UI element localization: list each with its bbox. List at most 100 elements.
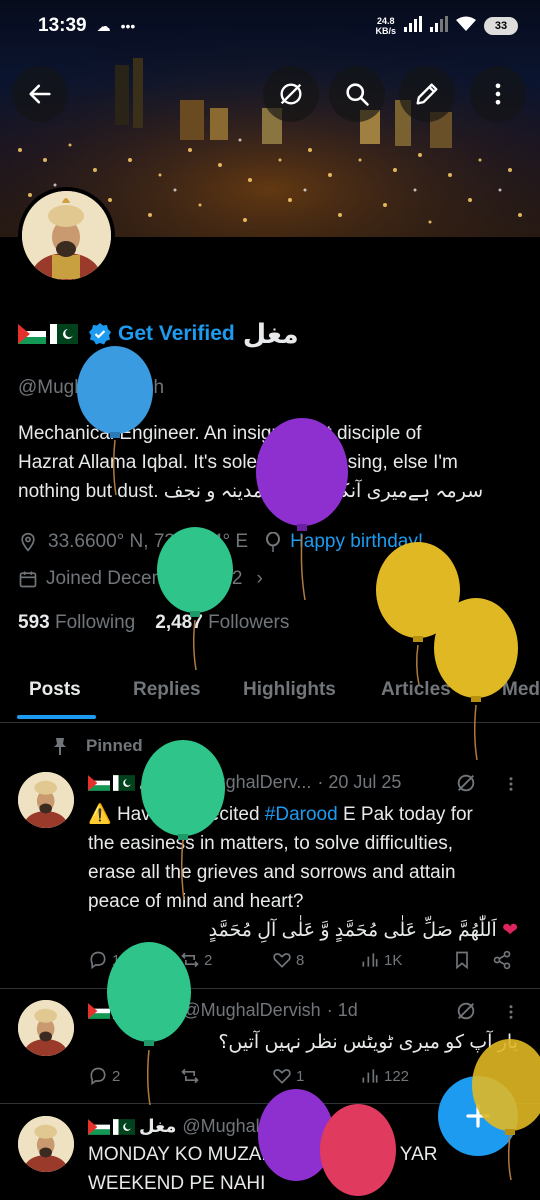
- grok-icon[interactable]: [455, 772, 477, 794]
- tweet-header: مغل @MughalDerv... · 20 Jul 25: [88, 772, 401, 793]
- search-button[interactable]: [329, 66, 385, 122]
- tweet-handle[interactable]: @MughalDervish: [182, 1000, 320, 1021]
- tweet-text: MONDAY KO MUZAKRAAT KARAO YAR WEEKEND PE…: [88, 1144, 438, 1194]
- tweet-avatar[interactable]: [18, 1116, 74, 1172]
- bio-line: Hazrat Allama Iqbal. It's solely Thy ble…: [18, 452, 458, 473]
- more-dots-icon: •••: [120, 18, 136, 34]
- tab-media[interactable]: Media: [502, 679, 540, 701]
- views-bar-icon: [362, 953, 378, 967]
- battery-icon: 33: [484, 17, 518, 35]
- palestine-flag-icon: [88, 1118, 110, 1135]
- signal-icon-2: [430, 15, 448, 37]
- repost-button[interactable]: [180, 1066, 200, 1086]
- balloon-yellow: [376, 542, 460, 686]
- tab-posts[interactable]: Posts: [29, 679, 81, 701]
- network-speed: 24.8 KB/s: [375, 16, 396, 36]
- cloud-icon: ☁: [96, 17, 111, 34]
- heart-icon: [273, 1069, 291, 1084]
- profile-meta-location: 33.6600° N, 73.2294° E Happy birthday!: [18, 531, 423, 553]
- grok-icon: [280, 83, 302, 105]
- location-text: 33.6600° N, 73.2294° E: [48, 531, 249, 552]
- heart-emoji-icon: ❤: [502, 920, 518, 941]
- profile-meta-joined: Joined December 2012 ›: [18, 568, 263, 590]
- profile-bio: Mechanical Engineer. An insignificant di…: [18, 419, 523, 506]
- tweet-header: مغل @MughalDervish · 1d: [88, 1000, 358, 1021]
- like-button[interactable]: 8: [272, 950, 304, 970]
- tweet-text: یار آپ کو میری ٹویٹس نظر نہیں آتیں؟: [218, 1032, 518, 1053]
- tweet-author-name[interactable]: مغل: [139, 1000, 176, 1021]
- tab-replies[interactable]: Replies: [133, 679, 201, 701]
- wifi-icon: [456, 16, 476, 37]
- signal-icon: [404, 15, 422, 37]
- tab-articles[interactable]: Articles: [381, 679, 451, 701]
- location-pin-icon: [21, 532, 35, 552]
- pinned-label: Pinned: [52, 736, 143, 756]
- tweet-avatar[interactable]: [18, 772, 74, 828]
- get-verified-link[interactable]: Get Verified: [118, 322, 235, 346]
- bookmark-button[interactable]: [452, 950, 472, 970]
- edit-pencil-icon: [416, 83, 438, 105]
- chevron-right-icon[interactable]: ›: [256, 568, 262, 590]
- more-vertical-icon[interactable]: [502, 774, 520, 794]
- pakistan-flag-icon: [50, 324, 78, 344]
- balloon-birthday-icon: [266, 532, 281, 552]
- tweet-time[interactable]: · 20 Jul 25: [317, 772, 401, 793]
- back-button[interactable]: [12, 66, 68, 122]
- display-name: مغل: [242, 318, 299, 349]
- compose-post-button[interactable]: [438, 1076, 518, 1156]
- views-button[interactable]: 1K: [360, 950, 402, 970]
- tweet-header: مغل @MughalDervish · 1d: [88, 1116, 358, 1137]
- tweet-time[interactable]: · 1d: [327, 1000, 358, 1021]
- tweet-author-name[interactable]: مغل: [139, 1116, 176, 1137]
- repost-button[interactable]: 2: [180, 950, 212, 970]
- pakistan-flag-icon: [113, 1118, 135, 1135]
- hashtag-link[interactable]: #Darood: [265, 804, 338, 825]
- plus-icon: [466, 1104, 490, 1128]
- reply-icon: [90, 951, 106, 970]
- palestine-flag-icon: [18, 324, 46, 344]
- bio-line: nothing but dust. سرمہ ہےمیری آنکھ کا خا…: [18, 481, 484, 502]
- verified-badge-icon[interactable]: [88, 322, 112, 346]
- calendar-icon: [19, 571, 37, 588]
- following-link[interactable]: 593 Following: [18, 612, 135, 634]
- more-options-button[interactable]: [470, 66, 526, 122]
- like-button[interactable]: 1: [272, 1066, 304, 1086]
- grok-icon[interactable]: [455, 1000, 477, 1022]
- bookmark-icon: [456, 951, 468, 970]
- reply-button[interactable]: 1: [88, 950, 120, 970]
- grok-button[interactable]: [263, 66, 319, 122]
- share-button[interactable]: [492, 950, 512, 970]
- more-vertical-icon[interactable]: [502, 1002, 520, 1022]
- search-icon: [346, 83, 369, 106]
- repost-icon: [181, 952, 199, 968]
- status-bar: 13:39 ☁ ••• 24.8 KB/s 33: [0, 0, 540, 52]
- profile-avatar[interactable]: [18, 187, 115, 284]
- views-button[interactable]: 122: [360, 1066, 409, 1086]
- reply-button[interactable]: 2: [88, 1066, 120, 1086]
- profile-name-row: Get Verified مغل: [18, 316, 523, 352]
- tweet-handle[interactable]: @MughalDervish: [182, 1116, 320, 1137]
- repost-icon: [181, 1068, 199, 1084]
- status-time: 13:39: [38, 15, 87, 36]
- palestine-flag-icon: [88, 1002, 110, 1019]
- more-vertical-icon: [495, 83, 501, 105]
- arrow-left-icon: [29, 84, 51, 104]
- followers-link[interactable]: 2,487 Followers: [155, 612, 289, 634]
- tweet-text: ⚠️ Have you recited #Darood E Pak today …: [88, 804, 518, 941]
- tweet-avatar[interactable]: [18, 1000, 74, 1056]
- joined-text: Joined December 2012: [46, 568, 243, 589]
- edit-button[interactable]: [399, 66, 455, 122]
- views-bar-icon: [362, 1069, 378, 1083]
- tweet-handle[interactable]: @MughalDerv...: [182, 772, 311, 793]
- birthday-link[interactable]: Happy birthday!: [290, 531, 423, 553]
- palestine-flag-icon: [88, 774, 110, 791]
- tweet-time[interactable]: · 1d: [327, 1116, 358, 1137]
- tab-active-indicator: [17, 715, 96, 719]
- tab-highlights[interactable]: Highlights: [243, 679, 336, 701]
- pakistan-flag-icon: [113, 1002, 135, 1019]
- heart-icon: [273, 953, 291, 968]
- tweet-author-name[interactable]: مغل: [139, 772, 176, 793]
- pin-icon: [54, 738, 66, 755]
- share-icon: [493, 950, 511, 970]
- warning-icon: ⚠️: [88, 804, 117, 825]
